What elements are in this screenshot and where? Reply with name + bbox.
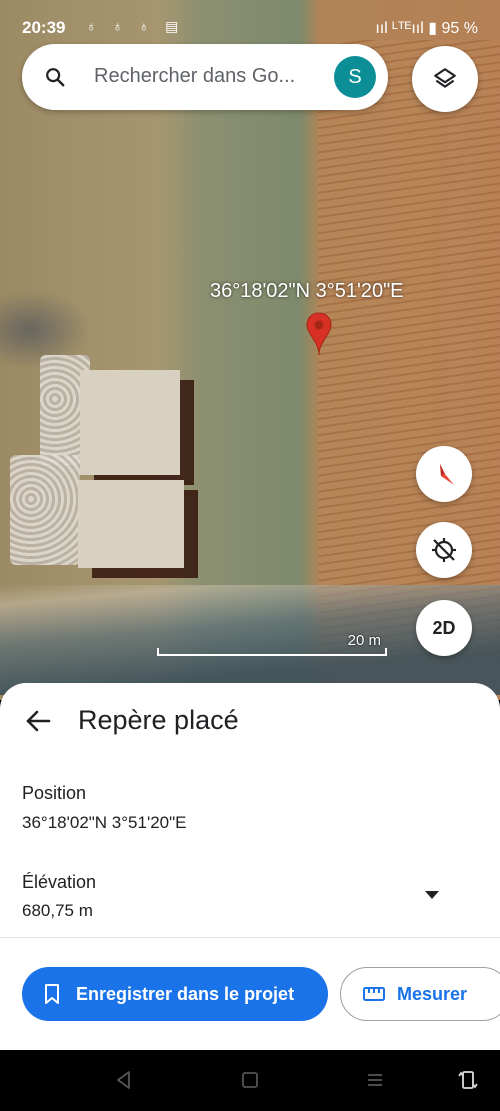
search-icon[interactable] (44, 66, 66, 88)
status-time: 20:39 (22, 18, 66, 37)
search-bar[interactable]: Rechercher dans Go... S (22, 44, 388, 110)
layers-button[interactable] (412, 46, 478, 112)
save-to-project-button[interactable]: Enregistrer dans le projet (22, 967, 328, 1021)
dropdown-icon[interactable] (425, 891, 439, 899)
location-off-icon (432, 538, 456, 562)
avatar[interactable]: S (334, 56, 376, 98)
search-input[interactable]: Rechercher dans Go... (94, 65, 295, 88)
nav-home-icon[interactable] (238, 1068, 262, 1092)
position-value: 36°18'02"N 3°51'20"E (22, 813, 187, 832)
building-roof (78, 480, 184, 568)
compass-icon (440, 464, 454, 485)
building-roof (80, 370, 180, 475)
signal-icon: ııl ᴸᵀᴱııl (375, 20, 424, 37)
measure-button-label: Mesurer (397, 983, 468, 1004)
layers-icon (434, 68, 456, 88)
save-button-label: Enregistrer dans le projet (76, 983, 295, 1004)
bookmark-icon (45, 984, 59, 1004)
scale-label: 20 m (347, 632, 381, 649)
compass-button[interactable] (416, 446, 472, 502)
system-nav-bar (0, 1050, 500, 1111)
elevation-value: 680,75 m (22, 901, 93, 920)
notification-icons: ♁ ♁ ♁ ▤ (86, 18, 185, 34)
marker-coordinates: 36°18'02"N 3°51'20"E (210, 280, 404, 302)
back-arrow-icon[interactable] (24, 707, 52, 735)
ruler-icon (363, 987, 385, 1001)
rubble-area (10, 455, 80, 565)
elevation-label: Élévation (22, 872, 97, 892)
nav-back-icon[interactable] (112, 1068, 136, 1092)
divider (0, 937, 500, 938)
placemark-sheet: Repère placé Position 36°18'02"N 3°51'20… (0, 683, 500, 1050)
map-pin-icon[interactable] (306, 312, 332, 356)
measure-button[interactable]: Mesurer (340, 967, 500, 1021)
nav-rotate-icon[interactable] (456, 1068, 480, 1092)
scale-line (157, 648, 387, 656)
scale-bar: 20 m (157, 630, 387, 656)
my-location-button[interactable] (416, 522, 472, 578)
sheet-title: Repère placé (78, 705, 239, 735)
position-label: Position (22, 783, 87, 803)
battery-level: 95 % (441, 20, 478, 37)
nav-menu-icon[interactable] (363, 1068, 387, 1092)
status-right: ııl ᴸᵀᴱııl ▮ 95 % (375, 18, 478, 38)
plowed-field (318, 40, 500, 660)
2d-toggle-button[interactable]: 2D (416, 600, 472, 656)
battery-icon: ▮ (428, 20, 438, 37)
